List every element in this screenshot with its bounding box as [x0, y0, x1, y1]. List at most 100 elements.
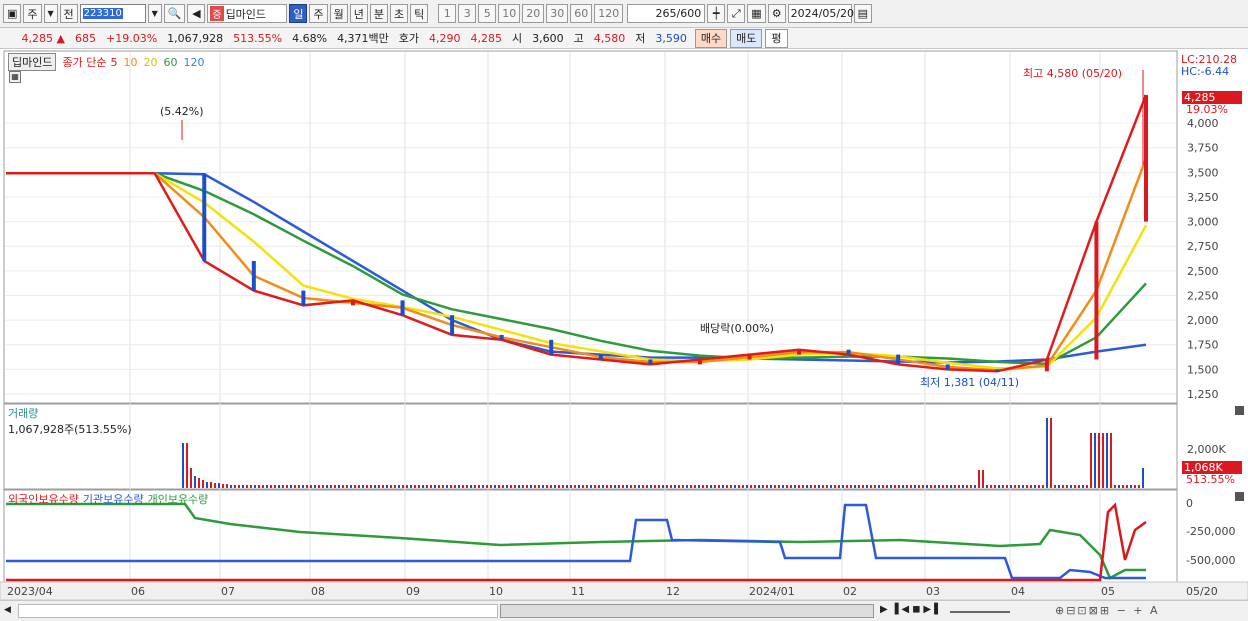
volume-bar — [670, 485, 672, 488]
table-icon[interactable]: ▦ — [9, 71, 21, 83]
low-annotation: 최저 1,381 (04/11) — [920, 376, 1020, 389]
volume-bar — [402, 485, 404, 488]
candle — [648, 359, 653, 365]
candle — [202, 173, 207, 262]
y-axis-label: 3,500 — [1187, 166, 1219, 179]
dividend-annotation: 배당락(0.00%) — [700, 322, 774, 335]
ma-legend-prefix: 종가 단순 — [62, 56, 107, 69]
volume-bar — [1042, 485, 1044, 488]
volume-bar — [910, 485, 912, 488]
volume-bar — [458, 485, 460, 488]
volume-bar — [578, 485, 580, 488]
y-axis-label: 1,250 — [1187, 388, 1219, 401]
volume-bar — [662, 485, 664, 488]
volume-bar — [298, 485, 300, 488]
volume-bar — [330, 485, 332, 488]
volume-bar — [346, 485, 348, 488]
holding-tick-2: -500,000 — [1186, 554, 1236, 567]
chart-canvas[interactable]: 2023/04 06 07 08 09 10 11 12 2024/01 02 03 04 05 05/2… — [0, 0, 1248, 600]
volume-bar — [1138, 485, 1140, 488]
volume-bar — [850, 485, 852, 488]
volume-bar — [790, 485, 792, 488]
volume-bar — [658, 485, 660, 488]
volume-bar — [1106, 433, 1108, 488]
volume-bar — [610, 485, 612, 488]
individual-holding-label[interactable]: 개인보유수량 — [148, 491, 209, 507]
volume-bar — [462, 485, 464, 488]
volume-bar — [1102, 433, 1104, 488]
volume-bar — [622, 485, 624, 488]
volume-bar — [1110, 433, 1112, 488]
volume-legend: 거래량 1,067,928주(513.55%) — [8, 405, 132, 437]
holding-panel-close-icon[interactable] — [1235, 492, 1244, 501]
x-axis-label: 08 — [311, 585, 325, 598]
volume-bar — [566, 485, 568, 488]
candle — [301, 290, 306, 306]
zoom-tools-icon[interactable]: ⊕⊟⊡⊠⊞ − + A — [1055, 604, 1160, 617]
volume-bar — [878, 485, 880, 488]
y-axis-label: 1,750 — [1187, 339, 1219, 352]
volume-bar — [706, 485, 708, 488]
volume-bar — [270, 485, 272, 488]
volume-bar — [982, 470, 984, 488]
volume-bar — [1022, 485, 1024, 488]
volume-bar — [746, 485, 748, 488]
volume-bar — [1082, 485, 1084, 488]
volume-panel-close-icon[interactable] — [1235, 406, 1244, 415]
volume-bar — [390, 485, 392, 488]
horizontal-scrollbar[interactable]: ◀ ▶▐◀◼▶▌ ⊕⊟⊡⊠⊞ − + A — [0, 600, 1248, 621]
x-axis-bar — [0, 581, 1248, 600]
volume-bar — [230, 485, 232, 488]
volume-bar — [1074, 485, 1076, 488]
volume-bar — [1086, 485, 1088, 488]
volume-bar — [1030, 485, 1032, 488]
holding-legend: 외국인보유수량 기관보유수량 개인보유수량 — [8, 491, 208, 507]
volume-bar — [386, 485, 388, 488]
volume-title: 거래량 — [8, 407, 39, 420]
foreign-holding-label[interactable]: 외국인보유수량 — [8, 491, 79, 507]
volume-bar — [714, 485, 716, 488]
volume-value: 1,067,928주(513.55%) — [8, 423, 132, 436]
volume-bar — [370, 485, 372, 488]
volume-bar — [726, 485, 728, 488]
volume-bar — [862, 485, 864, 488]
y-axis-label: 4,000 — [1187, 117, 1219, 130]
volume-bar — [1054, 485, 1056, 488]
volume-bar — [362, 485, 364, 488]
volume-bar — [434, 485, 436, 488]
volume-bar — [626, 485, 628, 488]
scroll-thumb[interactable] — [500, 604, 874, 618]
volume-bar — [770, 485, 772, 488]
volume-bar — [742, 485, 744, 488]
volume-bar — [1026, 485, 1028, 488]
indicator-name-box[interactable]: 딥마인드 — [8, 53, 57, 71]
volume-bar — [354, 485, 356, 488]
candle — [251, 261, 256, 291]
volume-bar — [1142, 468, 1144, 488]
x-axis-label: 05/20 — [1186, 585, 1218, 598]
volume-bar — [418, 485, 420, 488]
volume-bar — [382, 485, 384, 488]
volume-bar — [590, 485, 592, 488]
playback-controls[interactable]: ▶▐◀◼▶▌ — [880, 604, 945, 615]
volume-bar — [642, 485, 644, 488]
volume-bar — [222, 484, 224, 488]
volume-bar — [422, 485, 424, 488]
volume-bar — [942, 485, 944, 488]
volume-bar — [1046, 418, 1048, 488]
x-axis-label: 05 — [1101, 585, 1115, 598]
institution-holding-label[interactable]: 기관보유수량 — [83, 491, 144, 507]
zoom-slider[interactable] — [950, 611, 1010, 613]
volume-bar — [1114, 485, 1116, 488]
volume-bar — [634, 485, 636, 488]
volume-bar — [702, 485, 704, 488]
y-axis-label: 2,000 — [1187, 314, 1219, 327]
scroll-track[interactable] — [18, 604, 498, 618]
y-axis-label: 1,500 — [1187, 363, 1219, 376]
scroll-left-icon[interactable]: ◀ — [4, 605, 11, 615]
volume-bar — [1070, 485, 1072, 488]
x-axis-label: 03 — [926, 585, 940, 598]
volume-bar — [450, 485, 452, 488]
volume-bar — [394, 485, 396, 488]
volume-bar — [550, 485, 552, 488]
